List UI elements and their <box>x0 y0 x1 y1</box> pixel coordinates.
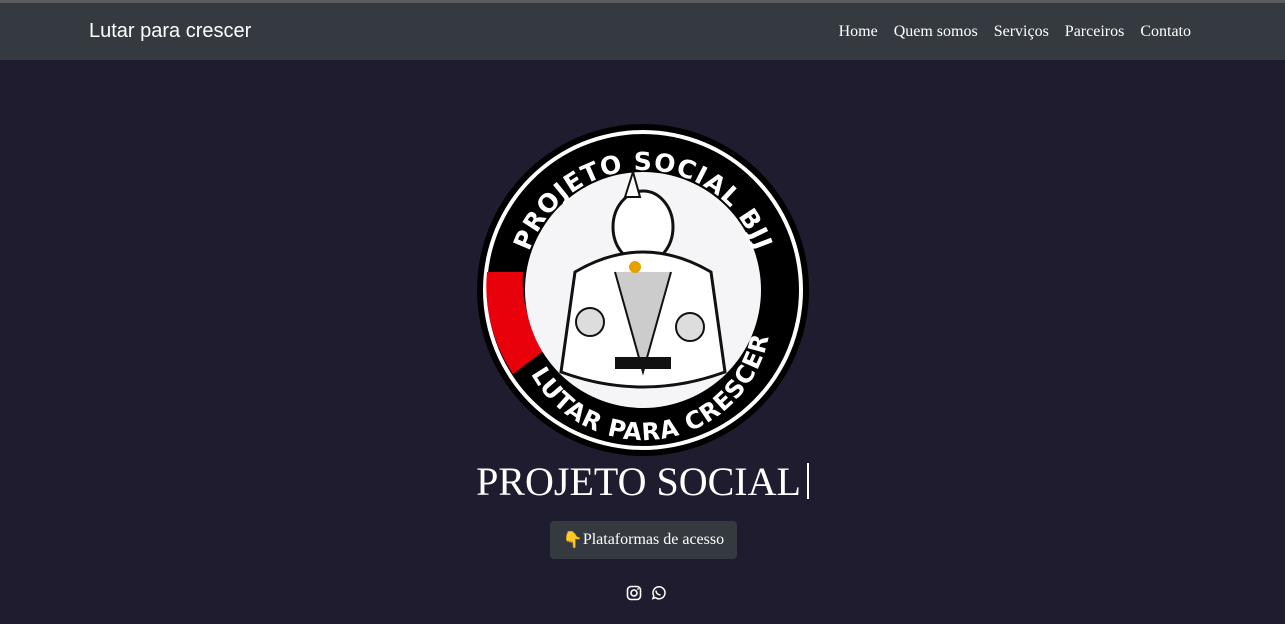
hero-title: PROJETO SOCIAL <box>0 458 1285 505</box>
pointing-down-icon: 👇 <box>562 532 583 549</box>
nav-link-contato[interactable]: Contato <box>1140 23 1191 41</box>
projeto-social-logo: PROJETO SOCIAL BJJ LUTAR PARA CRESCER <box>477 124 809 456</box>
social-links <box>626 585 666 601</box>
navbar-brand[interactable]: Lutar para crescer <box>89 20 251 43</box>
typing-cursor <box>806 463 809 499</box>
whatsapp-icon[interactable] <box>650 585 666 601</box>
nav-link-parceiros[interactable]: Parceiros <box>1065 23 1125 41</box>
navbar: Lutar para crescer Home Quem somos Servi… <box>0 3 1285 60</box>
nav-links: Home Quem somos Serviços Parceiros Conta… <box>839 23 1191 41</box>
hero-title-text: PROJETO SOCIAL <box>476 459 801 504</box>
button-label: Plataformas de acesso <box>582 531 725 548</box>
plataformas-de-acesso-button[interactable]: 👇 Plataformas de acesso <box>550 521 737 559</box>
nav-link-home[interactable]: Home <box>839 23 878 41</box>
instagram-icon[interactable] <box>626 585 642 601</box>
nav-link-servicos[interactable]: Serviços <box>994 23 1049 41</box>
nav-link-quem-somos[interactable]: Quem somos <box>894 23 978 41</box>
